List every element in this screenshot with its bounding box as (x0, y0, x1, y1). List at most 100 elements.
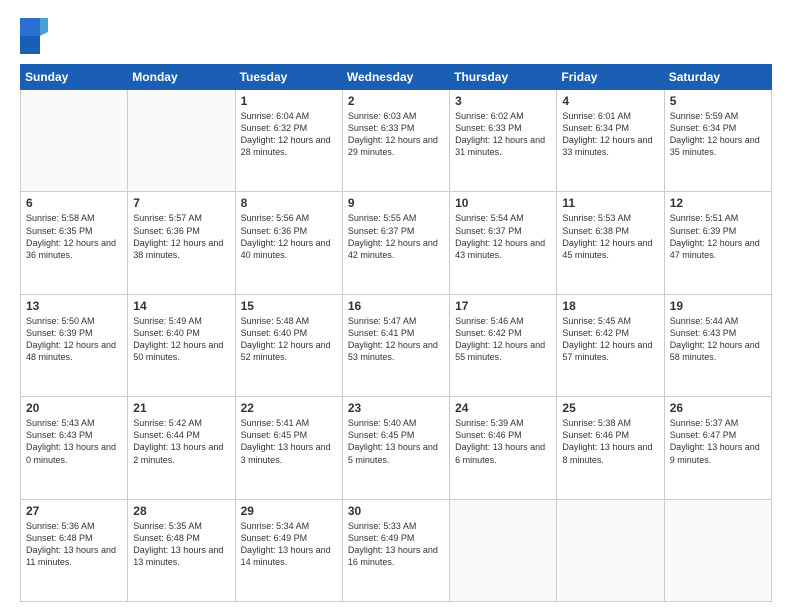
day-cell: 1Sunrise: 6:04 AM Sunset: 6:32 PM Daylig… (235, 90, 342, 192)
week-row-1: 1Sunrise: 6:04 AM Sunset: 6:32 PM Daylig… (21, 90, 772, 192)
day-number: 15 (241, 299, 337, 313)
day-info: Sunrise: 5:39 AM Sunset: 6:46 PM Dayligh… (455, 417, 551, 466)
header (20, 18, 772, 54)
logo-icon (20, 18, 48, 54)
calendar-table: SundayMondayTuesdayWednesdayThursdayFrid… (20, 64, 772, 602)
day-number: 21 (133, 401, 229, 415)
weekday-thursday: Thursday (450, 65, 557, 90)
day-info: Sunrise: 5:58 AM Sunset: 6:35 PM Dayligh… (26, 212, 122, 261)
day-info: Sunrise: 5:59 AM Sunset: 6:34 PM Dayligh… (670, 110, 766, 159)
day-number: 2 (348, 94, 444, 108)
day-number: 19 (670, 299, 766, 313)
day-info: Sunrise: 5:57 AM Sunset: 6:36 PM Dayligh… (133, 212, 229, 261)
day-info: Sunrise: 5:41 AM Sunset: 6:45 PM Dayligh… (241, 417, 337, 466)
week-row-3: 13 Sunrise: 5:50 AM Sunset: 6:39 PM Dayli… (21, 294, 772, 396)
day-info: Sunrise: 5:55 AM Sunset: 6:37 PM Dayligh… (348, 212, 444, 261)
day-info: Sunrise: 5:36 AM Sunset: 6:48 PM Dayligh… (26, 520, 122, 569)
day-number: 12 (670, 196, 766, 210)
day-cell: 6 Sunrise: 5:58 AM Sunset: 6:35 PM Daylig… (21, 192, 128, 294)
day-number: 3 (455, 94, 551, 108)
day-cell: 12Sunrise: 5:51 AM Sunset: 6:39 PM Dayli… (664, 192, 771, 294)
day-number: 27 (26, 504, 122, 518)
weekday-wednesday: Wednesday (342, 65, 449, 90)
day-info: Sunrise: 6:02 AM Sunset: 6:33 PM Dayligh… (455, 110, 551, 159)
day-number: 14 (133, 299, 229, 313)
day-info: Sunrise: 5:45 AM Sunset: 6:42 PM Dayligh… (562, 315, 658, 364)
day-info: Sunrise: 5:37 AM Sunset: 6:47 PM Dayligh… (670, 417, 766, 466)
day-cell: 3 Sunrise: 6:02 AM Sunset: 6:33 PM Daylig… (450, 90, 557, 192)
day-cell: 18 Sunrise: 5:45 AM Sunset: 6:42 PM Dayli… (557, 294, 664, 396)
day-number: 8 (241, 196, 337, 210)
day-info: Sunrise: 5:44 AM Sunset: 6:43 PM Dayligh… (670, 315, 766, 364)
day-cell (128, 90, 235, 192)
day-number: 20 (26, 401, 122, 415)
day-cell (557, 499, 664, 601)
day-number: 17 (455, 299, 551, 313)
week-row-5: 27 Sunrise: 5:36 AM Sunset: 6:48 PM Dayli… (21, 499, 772, 601)
day-info: Sunrise: 5:54 AM Sunset: 6:37 PM Dayligh… (455, 212, 551, 261)
day-info: Sunrise: 5:43 AM Sunset: 6:43 PM Dayligh… (26, 417, 122, 466)
day-cell: 17 Sunrise: 5:46 AM Sunset: 6:42 PM Dayli… (450, 294, 557, 396)
day-info: Sunrise: 5:53 AM Sunset: 6:38 PM Dayligh… (562, 212, 658, 261)
weekday-header-row: SundayMondayTuesdayWednesdayThursdayFrid… (21, 65, 772, 90)
day-info: Sunrise: 6:01 AM Sunset: 6:34 PM Dayligh… (562, 110, 658, 159)
day-cell: 28Sunrise: 5:35 AM Sunset: 6:48 PM Dayli… (128, 499, 235, 601)
day-cell (450, 499, 557, 601)
day-cell (664, 499, 771, 601)
weekday-monday: Monday (128, 65, 235, 90)
day-cell: 26 Sunrise: 5:37 AM Sunset: 6:47 PM Dayli… (664, 397, 771, 499)
day-info: Sunrise: 5:35 AM Sunset: 6:48 PM Dayligh… (133, 520, 229, 569)
day-number: 10 (455, 196, 551, 210)
day-cell: 14 Sunrise: 5:49 AM Sunset: 6:40 PM Dayli… (128, 294, 235, 396)
day-number: 18 (562, 299, 658, 313)
day-info: Sunrise: 5:46 AM Sunset: 6:42 PM Dayligh… (455, 315, 551, 364)
day-number: 6 (26, 196, 122, 210)
day-number: 29 (241, 504, 337, 518)
day-info: Sunrise: 5:38 AM Sunset: 6:46 PM Dayligh… (562, 417, 658, 466)
day-info: Sunrise: 5:42 AM Sunset: 6:44 PM Dayligh… (133, 417, 229, 466)
day-cell: 15Sunrise: 5:48 AM Sunset: 6:40 PM Dayli… (235, 294, 342, 396)
day-number: 26 (670, 401, 766, 415)
day-info: Sunrise: 5:50 AM Sunset: 6:39 PM Dayligh… (26, 315, 122, 364)
day-cell: 24 Sunrise: 5:39 AM Sunset: 6:46 PM Dayli… (450, 397, 557, 499)
day-cell: 25 Sunrise: 5:38 AM Sunset: 6:46 PM Dayli… (557, 397, 664, 499)
day-number: 24 (455, 401, 551, 415)
day-info: Sunrise: 5:49 AM Sunset: 6:40 PM Dayligh… (133, 315, 229, 364)
day-cell: 30 Sunrise: 5:33 AM Sunset: 6:49 PM Dayli… (342, 499, 449, 601)
day-number: 4 (562, 94, 658, 108)
day-cell: 21 Sunrise: 5:42 AM Sunset: 6:44 PM Dayli… (128, 397, 235, 499)
day-cell: 19 Sunrise: 5:44 AM Sunset: 6:43 PM Dayli… (664, 294, 771, 396)
weekday-saturday: Saturday (664, 65, 771, 90)
page: SundayMondayTuesdayWednesdayThursdayFrid… (0, 0, 792, 612)
weekday-sunday: Sunday (21, 65, 128, 90)
day-number: 1 (241, 94, 337, 108)
day-number: 11 (562, 196, 658, 210)
day-cell: 22 Sunrise: 5:41 AM Sunset: 6:45 PM Dayli… (235, 397, 342, 499)
day-number: 7 (133, 196, 229, 210)
day-number: 5 (670, 94, 766, 108)
day-cell: 29 Sunrise: 5:34 AM Sunset: 6:49 PM Dayli… (235, 499, 342, 601)
day-number: 30 (348, 504, 444, 518)
day-info: Sunrise: 5:40 AM Sunset: 6:45 PM Dayligh… (348, 417, 444, 466)
day-cell: 7 Sunrise: 5:57 AM Sunset: 6:36 PM Daylig… (128, 192, 235, 294)
day-cell: 27 Sunrise: 5:36 AM Sunset: 6:48 PM Dayli… (21, 499, 128, 601)
week-row-2: 6 Sunrise: 5:58 AM Sunset: 6:35 PM Daylig… (21, 192, 772, 294)
day-cell: 20 Sunrise: 5:43 AM Sunset: 6:43 PM Dayli… (21, 397, 128, 499)
day-info: Sunrise: 5:33 AM Sunset: 6:49 PM Dayligh… (348, 520, 444, 569)
day-cell: 11 Sunrise: 5:53 AM Sunset: 6:38 PM Dayli… (557, 192, 664, 294)
day-info: Sunrise: 5:47 AM Sunset: 6:41 PM Dayligh… (348, 315, 444, 364)
day-number: 22 (241, 401, 337, 415)
week-row-4: 20 Sunrise: 5:43 AM Sunset: 6:43 PM Dayli… (21, 397, 772, 499)
day-number: 23 (348, 401, 444, 415)
day-info: Sunrise: 5:34 AM Sunset: 6:49 PM Dayligh… (241, 520, 337, 569)
weekday-friday: Friday (557, 65, 664, 90)
day-cell (21, 90, 128, 192)
day-info: Sunrise: 6:03 AM Sunset: 6:33 PM Dayligh… (348, 110, 444, 159)
day-number: 25 (562, 401, 658, 415)
day-number: 13 (26, 299, 122, 313)
day-cell: 4 Sunrise: 6:01 AM Sunset: 6:34 PM Daylig… (557, 90, 664, 192)
weekday-tuesday: Tuesday (235, 65, 342, 90)
day-cell: 23 Sunrise: 5:40 AM Sunset: 6:45 PM Dayli… (342, 397, 449, 499)
day-cell: 10 Sunrise: 5:54 AM Sunset: 6:37 PM Dayli… (450, 192, 557, 294)
day-number: 9 (348, 196, 444, 210)
